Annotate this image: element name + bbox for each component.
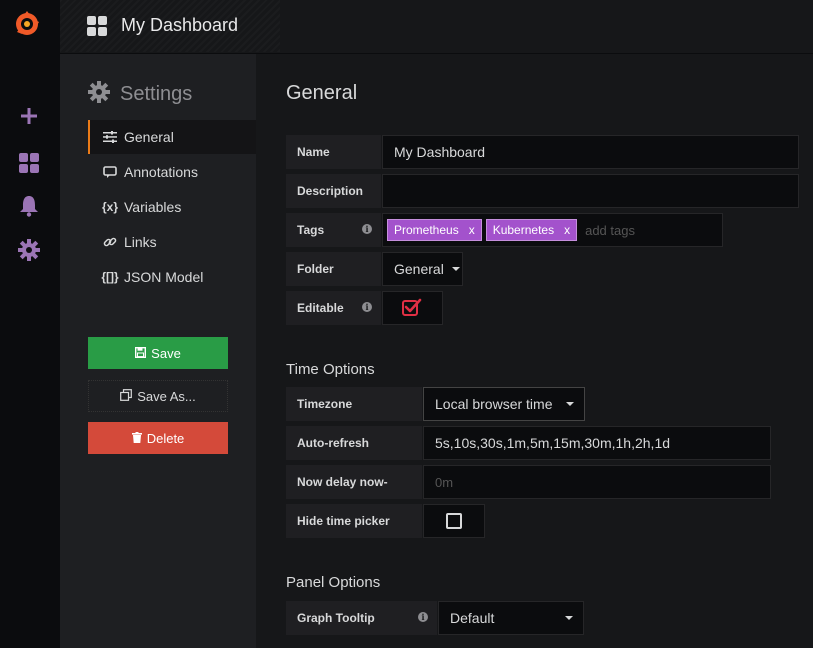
dashboard-grid-icon	[86, 15, 108, 42]
sidebar-item-variables[interactable]: {x} Variables	[88, 190, 256, 224]
hide-time-picker-label: Hide time picker	[286, 504, 422, 538]
settings-sidebar: Settings General Annotations {x} Variabl…	[60, 54, 256, 648]
link-icon	[102, 235, 118, 249]
gear-icon[interactable]	[16, 237, 42, 263]
hide-time-picker-checkbox[interactable]	[423, 504, 485, 538]
copy-icon	[120, 388, 133, 404]
auto-refresh-input[interactable]: 5s,10s,30s,1m,5m,15m,30m,1h,2h,1d	[423, 426, 771, 460]
info-icon[interactable]: i	[418, 612, 428, 622]
sidebar-item-label: Variables	[124, 199, 182, 215]
folder-select[interactable]: General	[382, 252, 463, 286]
tag-chip[interactable]: Prometheus x	[387, 219, 482, 241]
tag-chip[interactable]: Kubernetes x	[485, 219, 578, 241]
name-label: Name	[286, 135, 381, 169]
bell-icon[interactable]	[16, 193, 42, 219]
caret-down-icon	[451, 267, 460, 271]
json-icon: {[]}	[101, 270, 119, 284]
settings-heading: Settings	[88, 81, 192, 108]
timezone-select[interactable]: Local browser time	[423, 387, 585, 421]
sidebar-item-label: General	[124, 129, 174, 145]
sidebar-item-json-model[interactable]: {[]} JSON Model	[88, 260, 256, 294]
caret-down-icon	[566, 402, 574, 406]
plus-icon[interactable]	[16, 103, 42, 129]
sidebar-item-label: Links	[124, 234, 157, 250]
folder-label: Folder	[286, 252, 381, 286]
now-delay-input[interactable]: 0m	[423, 465, 771, 499]
top-navbar: My Dashboard	[60, 0, 813, 54]
sidebar-item-label: Annotations	[124, 164, 198, 180]
delete-button[interactable]: Delete	[88, 422, 228, 454]
tags-placeholder[interactable]: add tags	[585, 223, 635, 238]
tag-remove-icon[interactable]: x	[564, 223, 570, 237]
save-button[interactable]: Save	[88, 337, 228, 369]
description-label: Description	[286, 174, 381, 208]
info-icon[interactable]: i	[362, 224, 372, 234]
settings-main: General Name My Dashboard Description Ta…	[256, 54, 813, 648]
graph-tooltip-label: Graph Tooltip i	[286, 601, 437, 635]
auto-refresh-label: Auto-refresh	[286, 426, 422, 460]
grafana-logo-icon[interactable]	[11, 8, 43, 40]
save-as-button[interactable]: Save As...	[88, 380, 228, 412]
tag-remove-icon[interactable]: x	[469, 223, 475, 237]
gear-icon	[88, 81, 110, 108]
tags-label: Tags i	[286, 213, 381, 247]
comment-icon	[102, 165, 118, 179]
graph-tooltip-select[interactable]: Default	[438, 601, 584, 635]
info-icon[interactable]: i	[362, 302, 372, 312]
description-input[interactable]	[382, 174, 799, 208]
dashboard-title[interactable]: My Dashboard	[121, 15, 238, 36]
side-menu	[0, 0, 60, 648]
save-icon	[135, 346, 147, 361]
editable-checkbox[interactable]	[382, 291, 443, 325]
checkbox-unchecked-icon	[446, 513, 462, 529]
now-delay-label: Now delay now-	[286, 465, 422, 499]
sidebar-item-annotations[interactable]: Annotations	[88, 155, 256, 189]
editable-label: Editable i	[286, 291, 381, 325]
sliders-icon	[102, 131, 118, 143]
dashboards-icon[interactable]	[16, 150, 42, 176]
tags-input[interactable]: Prometheus x Kubernetes x add tags	[382, 213, 723, 247]
name-input[interactable]: My Dashboard	[382, 135, 799, 169]
variable-icon: {x}	[102, 200, 119, 214]
sidebar-item-label: JSON Model	[124, 269, 204, 285]
trash-icon	[131, 431, 142, 446]
general-heading: General	[286, 82, 358, 104]
timezone-label: Timezone	[286, 387, 422, 421]
caret-down-icon	[565, 616, 573, 620]
settings-title: Settings	[120, 83, 193, 105]
sidebar-item-general[interactable]: General	[88, 120, 256, 154]
sidebar-item-links[interactable]: Links	[88, 225, 256, 259]
panel-options-heading: Panel Options	[286, 574, 381, 591]
checkbox-checked-icon	[402, 298, 422, 319]
time-options-heading: Time Options	[286, 361, 375, 378]
